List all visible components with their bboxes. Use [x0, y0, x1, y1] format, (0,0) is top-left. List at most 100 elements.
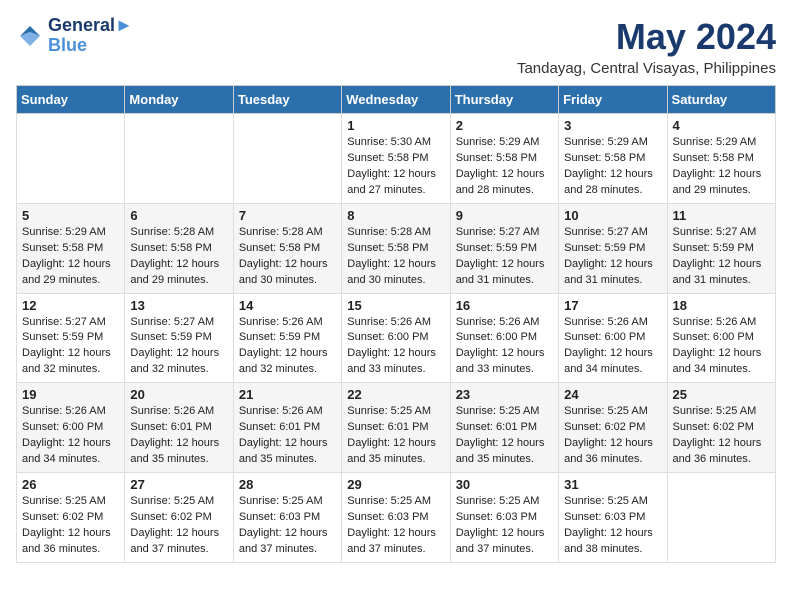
day-number: 19	[22, 387, 119, 402]
day-cell-31: 31Sunrise: 5:25 AM Sunset: 6:03 PM Dayli…	[559, 473, 667, 563]
day-number: 26	[22, 477, 119, 492]
day-info: Sunrise: 5:29 AM Sunset: 5:58 PM Dayligh…	[564, 135, 661, 199]
day-info: Sunrise: 5:27 AM Sunset: 5:59 PM Dayligh…	[673, 225, 770, 289]
week-row-4: 19Sunrise: 5:26 AM Sunset: 6:00 PM Dayli…	[17, 383, 776, 473]
day-cell-24: 24 Sunrise: 5:25 AM Sunset: 6:02 PM Dayli…	[559, 383, 667, 473]
col-header-wednesday: Wednesday	[342, 86, 450, 114]
day-cell-9: 9 Sunrise: 5:27 AM Sunset: 5:59 PM Daylig…	[450, 203, 558, 293]
day-cell-13: 13 Sunrise: 5:27 AM Sunset: 5:59 PM Dayli…	[125, 293, 233, 383]
day-number: 30	[456, 477, 553, 492]
day-info: Sunrise: 5:27 AM Sunset: 5:59 PM Dayligh…	[564, 225, 661, 289]
day-info: Sunrise: 5:25 AM Sunset: 6:01 PM Dayligh…	[347, 404, 444, 468]
day-cell-30: 30 Sunrise: 5:25 AM Sunset: 6:03 PM Dayli…	[450, 473, 558, 563]
day-number: 17	[564, 298, 661, 313]
day-number: 8	[347, 208, 444, 223]
day-cell-1: 1 Sunrise: 5:30 AM Sunset: 5:58 PM Daylig…	[342, 114, 450, 204]
day-info: Sunrise: 5:25 AM Sunset: 6:03 PM Dayligh…	[456, 494, 553, 558]
day-cell-10: 10 Sunrise: 5:27 AM Sunset: 5:59 PM Dayli…	[559, 203, 667, 293]
day-cell-2: 2 Sunrise: 5:29 AM Sunset: 5:58 PM Daylig…	[450, 114, 558, 204]
day-cell-20: 20 Sunrise: 5:26 AM Sunset: 6:01 PM Dayli…	[125, 383, 233, 473]
empty-cell	[125, 114, 233, 204]
day-info: Sunrise: 5:25 AM Sunset: 6:02 PM Dayligh…	[673, 404, 770, 468]
col-header-sunday: Sunday	[17, 86, 125, 114]
day-number: 29	[347, 477, 444, 492]
day-info: Sunrise: 5:30 AM Sunset: 5:58 PM Dayligh…	[347, 135, 444, 199]
day-info: Sunrise: 5:25 AM Sunset: 6:02 PM Dayligh…	[564, 404, 661, 468]
day-info: Sunrise: 5:27 AM Sunset: 5:59 PM Dayligh…	[456, 225, 553, 289]
day-cell-27: 27 Sunrise: 5:25 AM Sunset: 6:02 PM Dayli…	[125, 473, 233, 563]
day-info: Sunrise: 5:29 AM Sunset: 5:58 PM Dayligh…	[22, 225, 119, 289]
day-number: 14	[239, 298, 336, 313]
day-info: Sunrise: 5:25 AM Sunset: 6:02 PM Dayligh…	[130, 494, 227, 558]
day-number: 31	[564, 477, 661, 492]
day-number: 27	[130, 477, 227, 492]
day-number: 15	[347, 298, 444, 313]
week-row-3: 12 Sunrise: 5:27 AM Sunset: 5:59 PM Dayli…	[17, 293, 776, 383]
day-number: 2	[456, 118, 553, 133]
day-number: 18	[673, 298, 770, 313]
col-header-monday: Monday	[125, 86, 233, 114]
col-header-tuesday: Tuesday	[233, 86, 341, 114]
day-cell-21: 21 Sunrise: 5:26 AM Sunset: 6:01 PM Dayli…	[233, 383, 341, 473]
logo-text: General► Blue	[48, 16, 133, 56]
day-info: Sunrise: 5:29 AM Sunset: 5:58 PM Dayligh…	[456, 135, 553, 199]
location-subtitle: Tandayag, Central Visayas, Philippines	[517, 60, 776, 77]
day-number: 1	[347, 118, 444, 133]
day-cell-15: 15Sunrise: 5:26 AM Sunset: 6:00 PM Dayli…	[342, 293, 450, 383]
header-row: SundayMondayTuesdayWednesdayThursdayFrid…	[17, 86, 776, 114]
day-info: Sunrise: 5:26 AM Sunset: 6:01 PM Dayligh…	[239, 404, 336, 468]
day-cell-3: 3 Sunrise: 5:29 AM Sunset: 5:58 PM Daylig…	[559, 114, 667, 204]
day-number: 9	[456, 208, 553, 223]
day-cell-4: 4Sunrise: 5:29 AM Sunset: 5:58 PM Daylig…	[667, 114, 775, 204]
day-cell-17: 17 Sunrise: 5:26 AM Sunset: 6:00 PM Dayli…	[559, 293, 667, 383]
col-header-saturday: Saturday	[667, 86, 775, 114]
day-info: Sunrise: 5:26 AM Sunset: 6:01 PM Dayligh…	[130, 404, 227, 468]
day-number: 13	[130, 298, 227, 313]
day-info: Sunrise: 5:27 AM Sunset: 5:59 PM Dayligh…	[22, 315, 119, 379]
title-block: May 2024 Tandayag, Central Visayas, Phil…	[517, 16, 776, 77]
day-number: 12	[22, 298, 119, 313]
day-number: 5	[22, 208, 119, 223]
day-info: Sunrise: 5:26 AM Sunset: 6:00 PM Dayligh…	[564, 315, 661, 379]
day-number: 4	[673, 118, 770, 133]
day-number: 22	[347, 387, 444, 402]
day-cell-14: 14Sunrise: 5:26 AM Sunset: 5:59 PM Dayli…	[233, 293, 341, 383]
day-cell-29: 29 Sunrise: 5:25 AM Sunset: 6:03 PM Dayli…	[342, 473, 450, 563]
day-info: Sunrise: 5:26 AM Sunset: 6:00 PM Dayligh…	[673, 315, 770, 379]
day-number: 20	[130, 387, 227, 402]
day-cell-23: 23 Sunrise: 5:25 AM Sunset: 6:01 PM Dayli…	[450, 383, 558, 473]
day-number: 16	[456, 298, 553, 313]
day-number: 21	[239, 387, 336, 402]
day-info: Sunrise: 5:28 AM Sunset: 5:58 PM Dayligh…	[239, 225, 336, 289]
empty-cell	[667, 473, 775, 563]
day-number: 11	[673, 208, 770, 223]
day-info: Sunrise: 5:25 AM Sunset: 6:03 PM Dayligh…	[347, 494, 444, 558]
logo-icon	[16, 22, 44, 50]
day-cell-7: 7 Sunrise: 5:28 AM Sunset: 5:58 PM Daylig…	[233, 203, 341, 293]
day-number: 24	[564, 387, 661, 402]
empty-cell	[233, 114, 341, 204]
col-header-thursday: Thursday	[450, 86, 558, 114]
day-number: 7	[239, 208, 336, 223]
day-cell-25: 25Sunrise: 5:25 AM Sunset: 6:02 PM Dayli…	[667, 383, 775, 473]
day-number: 23	[456, 387, 553, 402]
day-info: Sunrise: 5:28 AM Sunset: 5:58 PM Dayligh…	[347, 225, 444, 289]
day-info: Sunrise: 5:25 AM Sunset: 6:03 PM Dayligh…	[239, 494, 336, 558]
day-info: Sunrise: 5:25 AM Sunset: 6:01 PM Dayligh…	[456, 404, 553, 468]
day-cell-18: 18 Sunrise: 5:26 AM Sunset: 6:00 PM Dayli…	[667, 293, 775, 383]
day-info: Sunrise: 5:28 AM Sunset: 5:58 PM Dayligh…	[130, 225, 227, 289]
week-row-5: 26 Sunrise: 5:25 AM Sunset: 6:02 PM Dayli…	[17, 473, 776, 563]
month-title: May 2024	[517, 16, 776, 58]
week-row-1: 1 Sunrise: 5:30 AM Sunset: 5:58 PM Daylig…	[17, 114, 776, 204]
calendar-table: SundayMondayTuesdayWednesdayThursdayFrid…	[16, 85, 776, 563]
page-header: General► Blue May 2024 Tandayag, Central…	[16, 16, 776, 77]
day-number: 10	[564, 208, 661, 223]
day-info: Sunrise: 5:27 AM Sunset: 5:59 PM Dayligh…	[130, 315, 227, 379]
col-header-friday: Friday	[559, 86, 667, 114]
day-number: 3	[564, 118, 661, 133]
week-row-2: 5 Sunrise: 5:29 AM Sunset: 5:58 PM Daylig…	[17, 203, 776, 293]
day-cell-16: 16Sunrise: 5:26 AM Sunset: 6:00 PM Dayli…	[450, 293, 558, 383]
day-cell-6: 6Sunrise: 5:28 AM Sunset: 5:58 PM Daylig…	[125, 203, 233, 293]
empty-cell	[17, 114, 125, 204]
day-cell-28: 28Sunrise: 5:25 AM Sunset: 6:03 PM Dayli…	[233, 473, 341, 563]
